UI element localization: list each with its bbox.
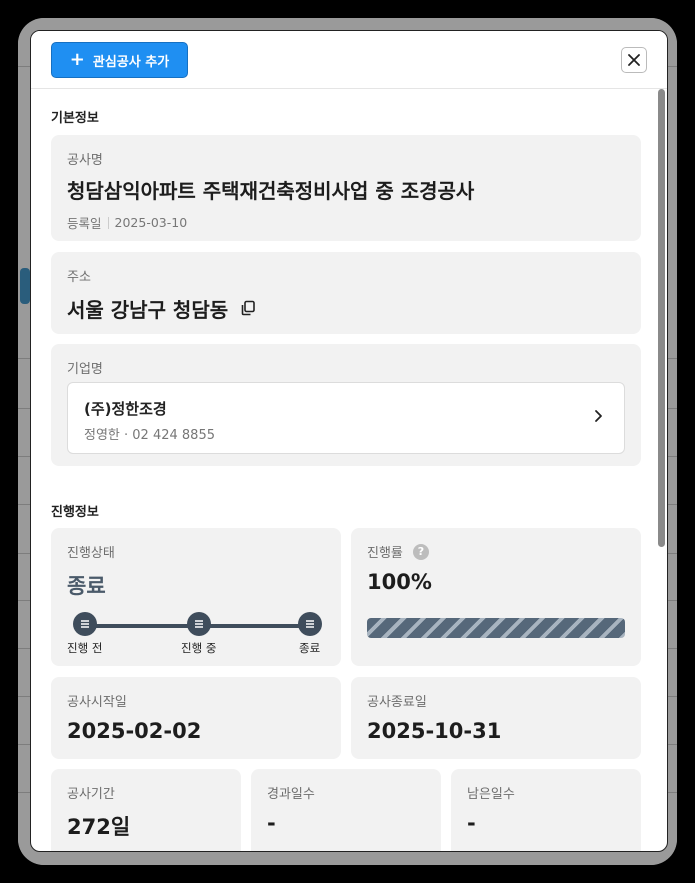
remaining-value: - xyxy=(467,811,476,835)
close-icon xyxy=(628,54,640,66)
company-card: 기업명 (주)정한조경 정영한 · 02 424 8855 xyxy=(51,344,641,466)
status-card: 진행상태 종료 진행 전 진행 중 종료 xyxy=(51,528,341,666)
company-link[interactable]: (주)정한조경 정영한 · 02 424 8855 xyxy=(67,382,625,454)
project-name: 청담삼익아파트 주택재건축정비사업 중 조경공사 xyxy=(67,179,475,203)
add-watch-project-label: 관심공사 추가 xyxy=(92,54,170,70)
address-card: 주소 서울 강남구 청담동 xyxy=(51,252,641,334)
step-dot-done xyxy=(298,612,322,636)
company-label: 기업명 xyxy=(67,362,103,377)
step-label-progress: 진행 중 xyxy=(181,641,217,655)
menu-icon xyxy=(81,620,89,628)
registered-label: 등록일 xyxy=(67,216,102,231)
project-name-label: 공사명 xyxy=(67,153,103,168)
elapsed-label: 경과일수 xyxy=(267,787,315,802)
step-label-before: 진행 전 xyxy=(67,641,103,655)
registered-date-row: 등록일 2025-03-10 xyxy=(67,213,187,232)
add-watch-project-button[interactable]: + 관심공사 추가 xyxy=(51,42,188,78)
end-date-card: 공사종료일 2025-10-31 xyxy=(351,677,641,759)
device-frame: + 관심공사 추가 기본정보 공사명 청담삼익아파트 주택재건축정비사업 중 조… xyxy=(0,0,695,883)
remaining-card: 남은일수 - xyxy=(451,769,641,851)
screen: + 관심공사 추가 기본정보 공사명 청담삼익아파트 주택재건축정비사업 중 조… xyxy=(18,18,677,865)
elapsed-value: - xyxy=(267,811,276,835)
company-name: (주)정한조경 xyxy=(84,400,167,418)
progress-rate-value: 100% xyxy=(367,570,432,594)
chevron-right-icon xyxy=(595,410,602,422)
address-value: 서울 강남구 청담동 xyxy=(67,298,229,322)
progress-info-title: 진행정보 xyxy=(51,505,99,520)
step-dot-progress xyxy=(187,612,211,636)
menu-icon xyxy=(195,620,203,628)
progress-rate-label: 진행률 xyxy=(367,546,403,561)
close-button[interactable] xyxy=(621,47,647,73)
progress-rate-label-row: 진행률 ? xyxy=(367,542,429,561)
start-date-value: 2025-02-02 xyxy=(67,719,202,743)
start-date-card: 공사시작일 2025-02-02 xyxy=(51,677,341,759)
registered-date: 2025-03-10 xyxy=(114,215,188,230)
scrollbar[interactable] xyxy=(658,89,665,547)
duration-label: 공사기간 xyxy=(67,787,115,802)
start-date-label: 공사시작일 xyxy=(67,695,127,710)
company-contact: 정영한 · 02 424 8855 xyxy=(84,428,215,443)
progress-rate-card: 진행률 ? 100% xyxy=(351,528,641,666)
status-value: 종료 xyxy=(67,574,106,598)
address-label: 주소 xyxy=(67,270,91,285)
duration-card: 공사기간 272일 xyxy=(51,769,241,851)
progress-bar xyxy=(367,618,625,638)
modal-header: + 관심공사 추가 xyxy=(31,31,667,89)
help-icon[interactable]: ? xyxy=(412,543,429,560)
address-row: 서울 강남구 청담동 xyxy=(67,294,256,323)
end-date-label: 공사종료일 xyxy=(367,695,427,710)
project-name-card: 공사명 청담삼익아파트 주택재건축정비사업 중 조경공사 등록일 2025-03… xyxy=(51,135,641,241)
step-label-done: 종료 xyxy=(299,641,321,655)
elapsed-card: 경과일수 - xyxy=(251,769,441,851)
status-label: 진행상태 xyxy=(67,546,115,561)
duration-value: 272일 xyxy=(67,815,131,839)
end-date-value: 2025-10-31 xyxy=(367,719,502,743)
plus-icon: + xyxy=(69,49,85,70)
copy-icon[interactable] xyxy=(240,297,256,321)
remaining-label: 남은일수 xyxy=(467,787,515,802)
modal-content[interactable]: 기본정보 공사명 청담삼익아파트 주택재건축정비사업 중 조경공사 등록일 20… xyxy=(31,89,667,851)
step-dot-before xyxy=(73,612,97,636)
project-detail-modal: + 관심공사 추가 기본정보 공사명 청담삼익아파트 주택재건축정비사업 중 조… xyxy=(30,30,668,852)
basic-info-title: 기본정보 xyxy=(51,111,99,126)
menu-icon xyxy=(306,620,314,628)
